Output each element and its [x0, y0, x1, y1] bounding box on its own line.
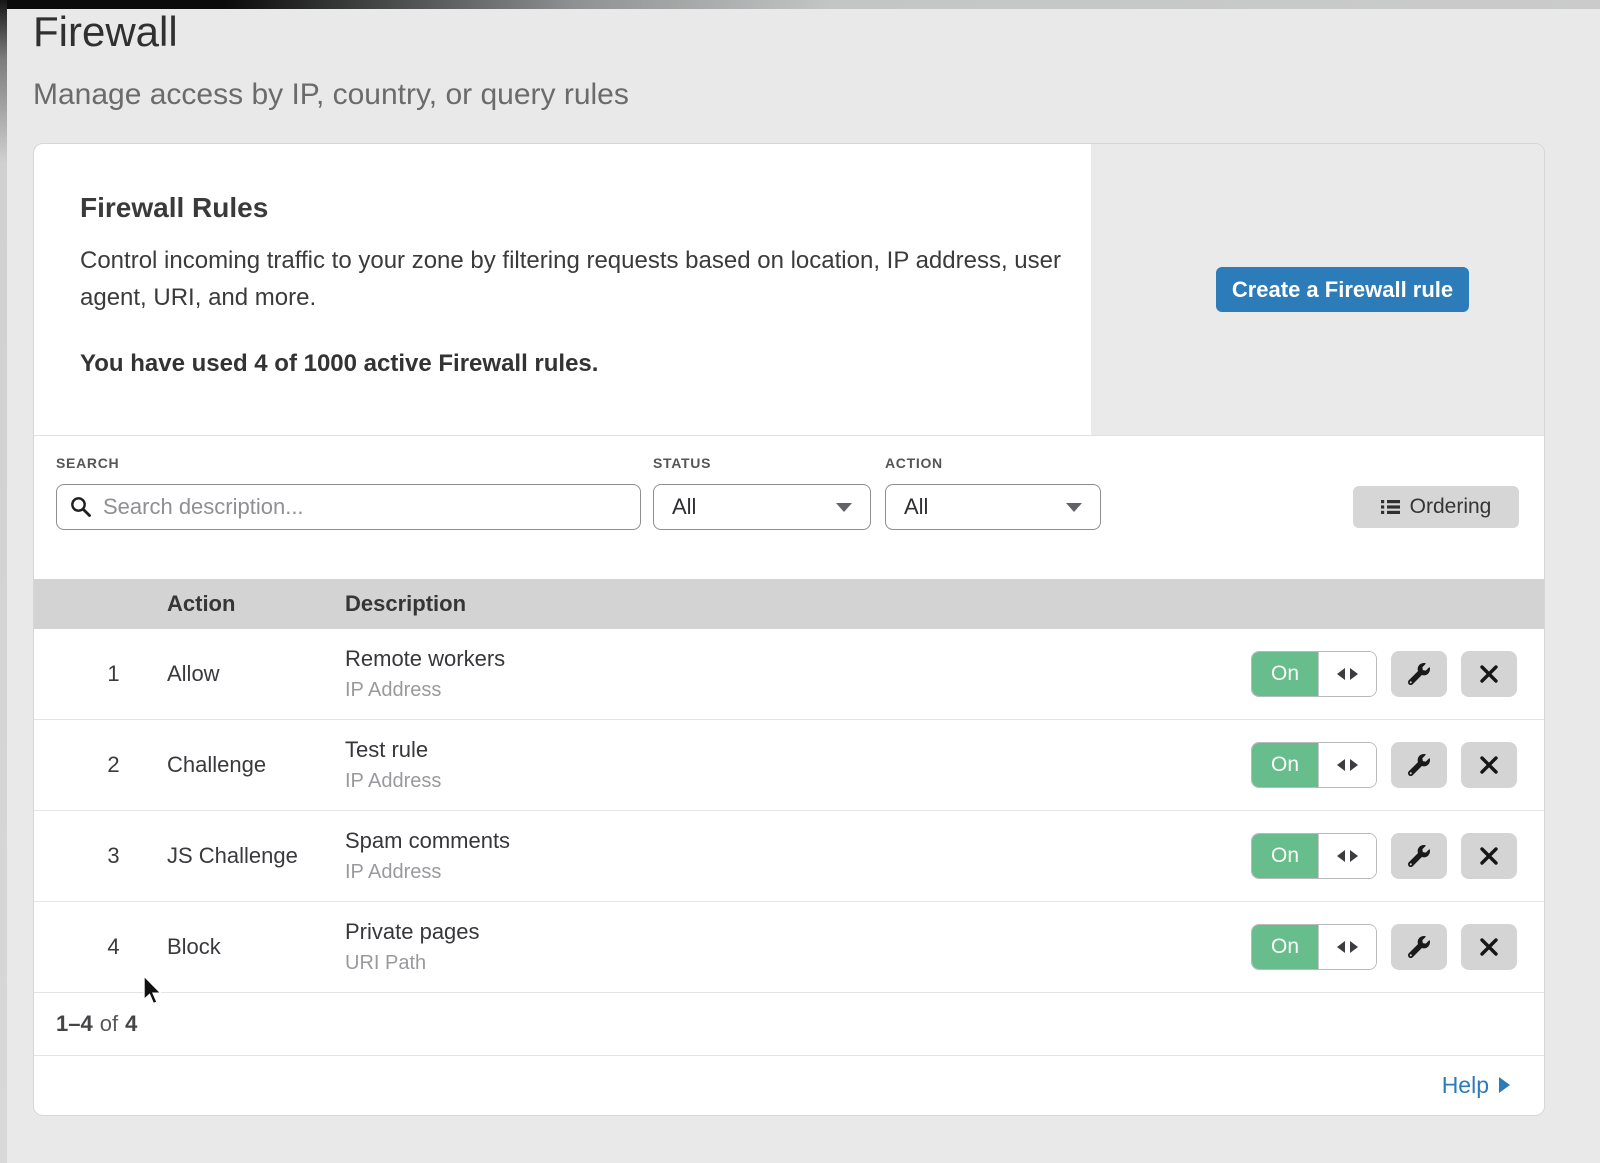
table-header: Action Description [34, 579, 1544, 629]
delete-rule-button[interactable] [1461, 651, 1517, 697]
rule-action: Allow [167, 661, 345, 687]
search-field-wrap [56, 484, 641, 530]
pagination-total: 4 [125, 1011, 137, 1037]
help-arrow-icon [1499, 1077, 1510, 1093]
left-arrow-icon [1337, 850, 1345, 862]
table-row: 1 Allow Remote workers IP Address On [34, 629, 1544, 720]
table-row: 4 Block Private pages URI Path On [34, 902, 1544, 993]
rule-description: Private pages [345, 919, 1251, 945]
rule-enabled-toggle[interactable]: On [1251, 924, 1377, 970]
screenshot-top-edge [0, 0, 1600, 9]
ordering-button[interactable]: Ordering [1353, 486, 1519, 528]
rule-match-type: IP Address [345, 770, 1251, 793]
rules-usage-note: You have used 4 of 1000 active Firewall … [80, 350, 598, 378]
rule-action: Challenge [167, 752, 345, 778]
rule-match-type: IP Address [345, 679, 1251, 702]
rule-description: Test rule [345, 737, 1251, 763]
filter-bar: SEARCH STATUS All ACTION All Ordering [34, 436, 1544, 579]
status-selected-value: All [672, 494, 696, 520]
status-label: STATUS [653, 455, 711, 471]
rule-number: 4 [34, 934, 167, 960]
rule-enabled-toggle[interactable]: On [1251, 651, 1377, 697]
toggle-on-segment[interactable]: On [1252, 925, 1318, 969]
search-input[interactable] [56, 484, 641, 530]
right-arrow-icon [1350, 759, 1358, 771]
action-select[interactable]: All [885, 484, 1101, 530]
left-arrow-icon [1337, 668, 1345, 680]
rule-action: JS Challenge [167, 843, 345, 869]
close-icon [1479, 937, 1499, 957]
action-label: ACTION [885, 455, 943, 471]
pagination-range: 1–4 [56, 1011, 93, 1037]
edit-rule-button[interactable] [1391, 651, 1447, 697]
right-arrow-icon [1350, 668, 1358, 680]
right-arrow-icon [1350, 941, 1358, 953]
column-header-description: Description [345, 591, 466, 617]
ordering-button-label: Ordering [1410, 495, 1492, 519]
chevron-down-icon [1066, 503, 1082, 512]
rules-card-header: Firewall Rules Control incoming traffic … [34, 144, 1544, 436]
rule-number: 1 [34, 661, 167, 687]
create-firewall-rule-button[interactable]: Create a Firewall rule [1216, 267, 1469, 312]
rule-enabled-toggle[interactable]: On [1251, 833, 1377, 879]
toggle-handle[interactable] [1318, 652, 1376, 696]
page-subtitle: Manage access by IP, country, or query r… [33, 78, 629, 112]
table-row: 2 Challenge Test rule IP Address On [34, 720, 1544, 811]
toggle-handle[interactable] [1318, 743, 1376, 787]
wrench-icon [1408, 845, 1430, 867]
edit-rule-button[interactable] [1391, 742, 1447, 788]
rule-number: 2 [34, 752, 167, 778]
table-row: 3 JS Challenge Spam comments IP Address … [34, 811, 1544, 902]
rule-description: Remote workers [345, 646, 1251, 672]
rule-description: Spam comments [345, 828, 1251, 854]
delete-rule-button[interactable] [1461, 742, 1517, 788]
toggle-on-segment[interactable]: On [1252, 652, 1318, 696]
rule-enabled-toggle[interactable]: On [1251, 742, 1377, 788]
toggle-on-segment[interactable]: On [1252, 743, 1318, 787]
left-arrow-icon [1337, 759, 1345, 771]
close-icon [1479, 846, 1499, 866]
edit-rule-button[interactable] [1391, 833, 1447, 879]
wrench-icon [1408, 663, 1430, 685]
page-title: Firewall [33, 8, 178, 56]
wrench-icon [1408, 754, 1430, 776]
pagination-of: of [100, 1011, 118, 1037]
rules-description: Control incoming traffic to your zone by… [80, 242, 1080, 316]
delete-rule-button[interactable] [1461, 833, 1517, 879]
card-footer: Help [34, 1056, 1544, 1114]
firewall-rules-card: Firewall Rules Control incoming traffic … [33, 143, 1545, 1116]
ordering-list-icon [1381, 499, 1400, 515]
rule-match-type: IP Address [345, 861, 1251, 884]
pagination-bar: 1–4 of 4 [34, 993, 1544, 1056]
close-icon [1479, 755, 1499, 775]
action-selected-value: All [904, 494, 928, 520]
right-arrow-icon [1350, 850, 1358, 862]
toggle-handle[interactable] [1318, 925, 1376, 969]
help-link-label: Help [1442, 1072, 1489, 1099]
search-label: SEARCH [56, 455, 119, 471]
delete-rule-button[interactable] [1461, 924, 1517, 970]
close-icon [1479, 664, 1499, 684]
screenshot-left-edge [0, 0, 7, 1163]
status-select[interactable]: All [653, 484, 871, 530]
column-header-action: Action [167, 591, 345, 617]
toggle-handle[interactable] [1318, 834, 1376, 878]
left-arrow-icon [1337, 941, 1345, 953]
wrench-icon [1408, 936, 1430, 958]
toggle-on-segment[interactable]: On [1252, 834, 1318, 878]
rules-heading: Firewall Rules [80, 192, 268, 224]
help-link[interactable]: Help [1442, 1072, 1510, 1099]
chevron-down-icon [836, 503, 852, 512]
edit-rule-button[interactable] [1391, 924, 1447, 970]
rule-action: Block [167, 934, 345, 960]
rule-number: 3 [34, 843, 167, 869]
rule-match-type: URI Path [345, 952, 1251, 975]
